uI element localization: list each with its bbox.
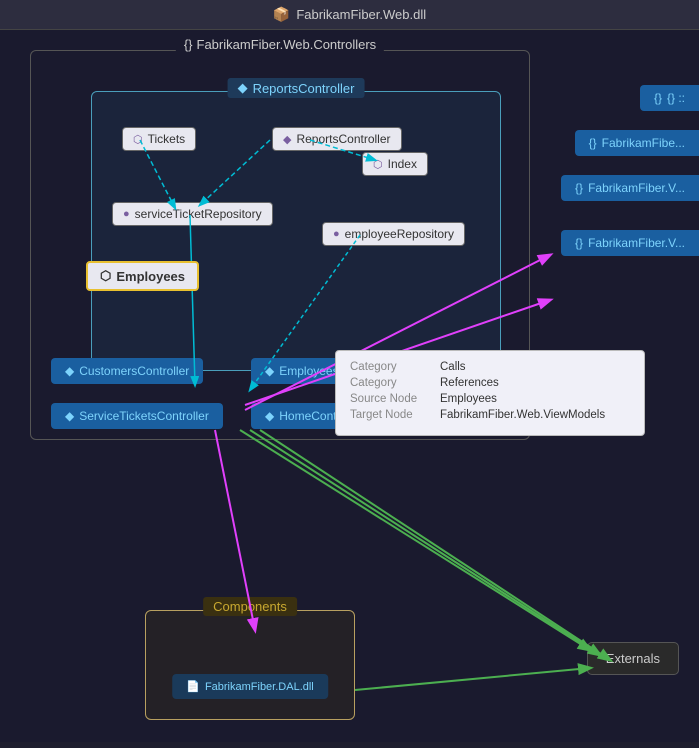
components-label: Components xyxy=(203,597,297,616)
ec-icon: ◆ xyxy=(265,364,274,378)
tooltip-row-3: Source Node Employees xyxy=(350,393,630,405)
servicetickets-controller-btn[interactable]: ◆ ServiceTicketsController xyxy=(51,403,223,429)
tooltip-popup: Category Calls Category References Sourc… xyxy=(335,350,645,436)
reports-controller-label: ◆ ReportsController xyxy=(228,78,365,98)
employeerepository-node[interactable]: ● employeeRepository xyxy=(322,222,465,246)
reports-controller-box: ◆ ReportsController ⬡ Tickets ◆ ReportsC… xyxy=(91,91,501,371)
dal-icon: 📄 xyxy=(186,680,200,693)
rc-node-icon: ◆ xyxy=(283,133,291,146)
components-box: Components 📄 FabrikamFiber.DAL.dll xyxy=(145,610,355,720)
employees-node[interactable]: ⬡ Employees xyxy=(86,261,199,291)
index-node[interactable]: ⬡ Index xyxy=(362,152,428,176)
dll-icon: 📦 xyxy=(273,6,290,23)
main-canvas: {} FabrikamFiber.Web.Controllers ◆ Repor… xyxy=(0,30,699,742)
rc-icon: ◆ xyxy=(238,80,248,96)
stc-icon: ◆ xyxy=(65,409,74,423)
ns-controllers-label: {} FabrikamFiber.Web.Controllers xyxy=(176,37,384,52)
ns-icon: {} xyxy=(184,37,193,52)
right-box-4[interactable]: {} FabrikamFiber.V... xyxy=(561,230,699,256)
tooltip-row-1: Category Calls xyxy=(350,361,630,373)
rb4-icon: {} xyxy=(575,236,583,250)
emp-icon: ⬡ xyxy=(100,268,111,284)
cc-icon: ◆ xyxy=(65,364,74,378)
tickets-node[interactable]: ⬡ Tickets xyxy=(122,127,196,151)
er-icon: ● xyxy=(333,228,340,240)
rb2-icon: {} xyxy=(589,136,597,150)
serviceticket-node[interactable]: ● serviceTicketRepository xyxy=(112,202,273,226)
tooltip-row-4: Target Node FabrikamFiber.Web.ViewModels xyxy=(350,409,630,421)
rb3-icon: {} xyxy=(575,181,583,195)
customers-controller-btn[interactable]: ◆ CustomersController xyxy=(51,358,203,384)
tooltip-row-2: Category References xyxy=(350,377,630,389)
dal-btn[interactable]: 📄 FabrikamFiber.DAL.dll xyxy=(172,674,328,699)
hc-icon: ◆ xyxy=(265,409,274,423)
rb1-icon: {} xyxy=(654,91,662,105)
right-box-1[interactable]: {} {} :: xyxy=(640,85,699,111)
title-bar: 📦 FabrikamFiber.Web.dll xyxy=(0,0,699,30)
st-icon: ● xyxy=(123,208,130,220)
externals-box[interactable]: Externals xyxy=(587,642,679,675)
right-box-3[interactable]: {} FabrikamFiber.V... xyxy=(561,175,699,201)
index-icon: ⬡ xyxy=(373,158,383,171)
reportscontroller-node[interactable]: ◆ ReportsController xyxy=(272,127,402,151)
title-label: FabrikamFiber.Web.dll xyxy=(296,7,426,22)
right-box-2[interactable]: {} FabrikamFibe... xyxy=(575,130,699,156)
tickets-icon: ⬡ xyxy=(133,133,143,146)
